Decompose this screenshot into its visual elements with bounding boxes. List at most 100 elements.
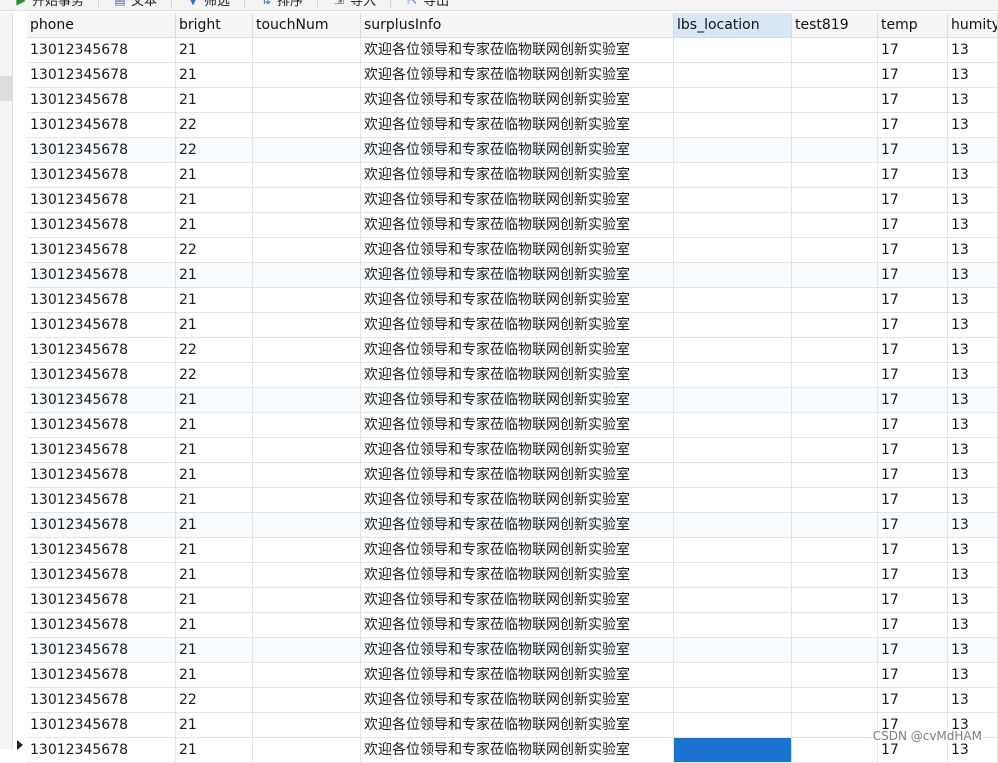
table-cell-humity[interactable]: 13 bbox=[948, 538, 998, 563]
table-cell-temp[interactable]: 17 bbox=[878, 38, 948, 63]
table-cell-humity[interactable]: 13 bbox=[948, 363, 998, 388]
table-cell-humity[interactable]: 13 bbox=[948, 688, 998, 713]
table-cell-bright[interactable]: 22 bbox=[176, 113, 253, 138]
table-row[interactable]: 13012345678 21 欢迎各位领导和专家莅临物联网创新实验室 17 13 bbox=[27, 738, 998, 763]
table-cell-test819[interactable] bbox=[792, 338, 878, 363]
table-cell-bright[interactable]: 22 bbox=[176, 338, 253, 363]
table-cell-temp[interactable]: 17 bbox=[878, 513, 948, 538]
table-cell-phone[interactable]: 13012345678 bbox=[27, 738, 176, 763]
table-cell-phone[interactable]: 13012345678 bbox=[27, 438, 176, 463]
toolbar-button-5[interactable]: ⇱ 导出 bbox=[405, 0, 449, 9]
table-cell-surplusinfo[interactable]: 欢迎各位领导和专家莅临物联网创新实验室 bbox=[361, 138, 674, 163]
table-cell-surplusinfo[interactable]: 欢迎各位领导和专家莅临物联网创新实验室 bbox=[361, 338, 674, 363]
table-cell-surplusinfo[interactable]: 欢迎各位领导和专家莅临物联网创新实验室 bbox=[361, 488, 674, 513]
table-cell-lbs-location[interactable] bbox=[674, 488, 792, 513]
table-cell-lbs-location[interactable] bbox=[674, 163, 792, 188]
table-cell-touchnum[interactable] bbox=[253, 63, 361, 88]
table-cell-phone[interactable]: 13012345678 bbox=[27, 588, 176, 613]
table-cell-touchnum[interactable] bbox=[253, 438, 361, 463]
table-cell-lbs-location[interactable] bbox=[674, 238, 792, 263]
column-header-surplusinfo[interactable]: surplusInfo bbox=[361, 13, 674, 38]
table-cell-temp[interactable]: 17 bbox=[878, 213, 948, 238]
table-cell-temp[interactable]: 17 bbox=[878, 413, 948, 438]
table-cell-surplusinfo[interactable]: 欢迎各位领导和专家莅临物联网创新实验室 bbox=[361, 163, 674, 188]
column-header-lbs-location[interactable]: lbs_location bbox=[674, 13, 792, 38]
table-cell-test819[interactable] bbox=[792, 288, 878, 313]
table-cell-phone[interactable]: 13012345678 bbox=[27, 563, 176, 588]
table-cell-bright[interactable]: 22 bbox=[176, 363, 253, 388]
table-row[interactable]: 13012345678 21 欢迎各位领导和专家莅临物联网创新实验室 17 13 bbox=[27, 413, 998, 438]
table-cell-phone[interactable]: 13012345678 bbox=[27, 363, 176, 388]
table-cell-temp[interactable]: 17 bbox=[878, 663, 948, 688]
table-row[interactable]: 13012345678 21 欢迎各位领导和专家莅临物联网创新实验室 17 13 bbox=[27, 213, 998, 238]
table-row[interactable]: 13012345678 21 欢迎各位领导和专家莅临物联网创新实验室 17 13 bbox=[27, 713, 998, 738]
table-cell-test819[interactable] bbox=[792, 413, 878, 438]
table-cell-test819[interactable] bbox=[792, 113, 878, 138]
table-cell-bright[interactable]: 22 bbox=[176, 138, 253, 163]
table-cell-lbs-location[interactable] bbox=[674, 213, 792, 238]
table-cell-temp[interactable]: 17 bbox=[878, 88, 948, 113]
column-header-touchnum[interactable]: touchNum bbox=[253, 13, 361, 38]
table-cell-phone[interactable]: 13012345678 bbox=[27, 613, 176, 638]
table-cell-surplusinfo[interactable]: 欢迎各位领导和专家莅临物联网创新实验室 bbox=[361, 113, 674, 138]
table-cell-temp[interactable]: 17 bbox=[878, 563, 948, 588]
table-cell-phone[interactable]: 13012345678 bbox=[27, 38, 176, 63]
table-cell-temp[interactable]: 17 bbox=[878, 363, 948, 388]
table-cell-test819[interactable] bbox=[792, 63, 878, 88]
table-cell-bright[interactable]: 21 bbox=[176, 88, 253, 113]
table-cell-temp[interactable]: 17 bbox=[878, 488, 948, 513]
table-cell-test819[interactable] bbox=[792, 213, 878, 238]
table-cell-surplusinfo[interactable]: 欢迎各位领导和专家莅临物联网创新实验室 bbox=[361, 213, 674, 238]
table-cell-phone[interactable]: 13012345678 bbox=[27, 288, 176, 313]
table-row[interactable]: 13012345678 22 欢迎各位领导和专家莅临物联网创新实验室 17 13 bbox=[27, 138, 998, 163]
table-cell-bright[interactable]: 21 bbox=[176, 613, 253, 638]
table-cell-touchnum[interactable] bbox=[253, 688, 361, 713]
table-cell-surplusinfo[interactable]: 欢迎各位领导和专家莅临物联网创新实验室 bbox=[361, 288, 674, 313]
table-cell-test819[interactable] bbox=[792, 463, 878, 488]
table-cell-lbs-location[interactable] bbox=[674, 338, 792, 363]
table-cell-humity[interactable]: 13 bbox=[948, 563, 998, 588]
table-cell-touchnum[interactable] bbox=[253, 588, 361, 613]
table-cell-surplusinfo[interactable]: 欢迎各位领导和专家莅临物联网创新实验室 bbox=[361, 538, 674, 563]
table-cell-surplusinfo[interactable]: 欢迎各位领导和专家莅临物联网创新实验室 bbox=[361, 513, 674, 538]
table-cell-humity[interactable]: 13 bbox=[948, 38, 998, 63]
column-header-temp[interactable]: temp bbox=[878, 13, 948, 38]
table-cell-touchnum[interactable] bbox=[253, 513, 361, 538]
table-cell-phone[interactable]: 13012345678 bbox=[27, 238, 176, 263]
table-cell-bright[interactable]: 21 bbox=[176, 488, 253, 513]
table-cell-bright[interactable]: 21 bbox=[176, 663, 253, 688]
table-cell-temp[interactable]: 17 bbox=[878, 538, 948, 563]
table-cell-humity[interactable]: 13 bbox=[948, 163, 998, 188]
toolbar-button-1[interactable]: ▤ 文本 bbox=[113, 0, 157, 9]
table-cell-surplusinfo[interactable]: 欢迎各位领导和专家莅临物联网创新实验室 bbox=[361, 713, 674, 738]
table-row[interactable]: 13012345678 22 欢迎各位领导和专家莅临物联网创新实验室 17 13 bbox=[27, 363, 998, 388]
table-row[interactable]: 13012345678 21 欢迎各位领导和专家莅临物联网创新实验室 17 13 bbox=[27, 438, 998, 463]
table-cell-humity[interactable]: 13 bbox=[948, 338, 998, 363]
table-cell-temp[interactable]: 17 bbox=[878, 388, 948, 413]
table-cell-test819[interactable] bbox=[792, 588, 878, 613]
table-cell-surplusinfo[interactable]: 欢迎各位领导和专家莅临物联网创新实验室 bbox=[361, 663, 674, 688]
table-cell-humity[interactable]: 13 bbox=[948, 313, 998, 338]
table-cell-surplusinfo[interactable]: 欢迎各位领导和专家莅临物联网创新实验室 bbox=[361, 238, 674, 263]
table-cell-touchnum[interactable] bbox=[253, 363, 361, 388]
table-cell-lbs-location[interactable] bbox=[674, 88, 792, 113]
table-cell-surplusinfo[interactable]: 欢迎各位领导和专家莅临物联网创新实验室 bbox=[361, 88, 674, 113]
table-cell-bright[interactable]: 21 bbox=[176, 713, 253, 738]
toolbar-button-3[interactable]: ⇅ 排序 bbox=[259, 0, 303, 9]
table-cell-temp[interactable]: 17 bbox=[878, 188, 948, 213]
table-cell-test819[interactable] bbox=[792, 738, 878, 763]
table-cell-test819[interactable] bbox=[792, 238, 878, 263]
table-cell-lbs-location[interactable] bbox=[674, 538, 792, 563]
table-cell-phone[interactable]: 13012345678 bbox=[27, 188, 176, 213]
table-cell-test819[interactable] bbox=[792, 88, 878, 113]
table-cell-surplusinfo[interactable]: 欢迎各位领导和专家莅临物联网创新实验室 bbox=[361, 638, 674, 663]
table-cell-touchnum[interactable] bbox=[253, 138, 361, 163]
table-cell-bright[interactable]: 21 bbox=[176, 63, 253, 88]
table-cell-touchnum[interactable] bbox=[253, 263, 361, 288]
table-cell-temp[interactable]: 17 bbox=[878, 163, 948, 188]
table-cell-phone[interactable]: 13012345678 bbox=[27, 663, 176, 688]
table-cell-lbs-location[interactable] bbox=[674, 713, 792, 738]
table-row[interactable]: 13012345678 22 欢迎各位领导和专家莅临物联网创新实验室 17 13 bbox=[27, 688, 998, 713]
table-cell-bright[interactable]: 21 bbox=[176, 213, 253, 238]
table-cell-touchnum[interactable] bbox=[253, 713, 361, 738]
